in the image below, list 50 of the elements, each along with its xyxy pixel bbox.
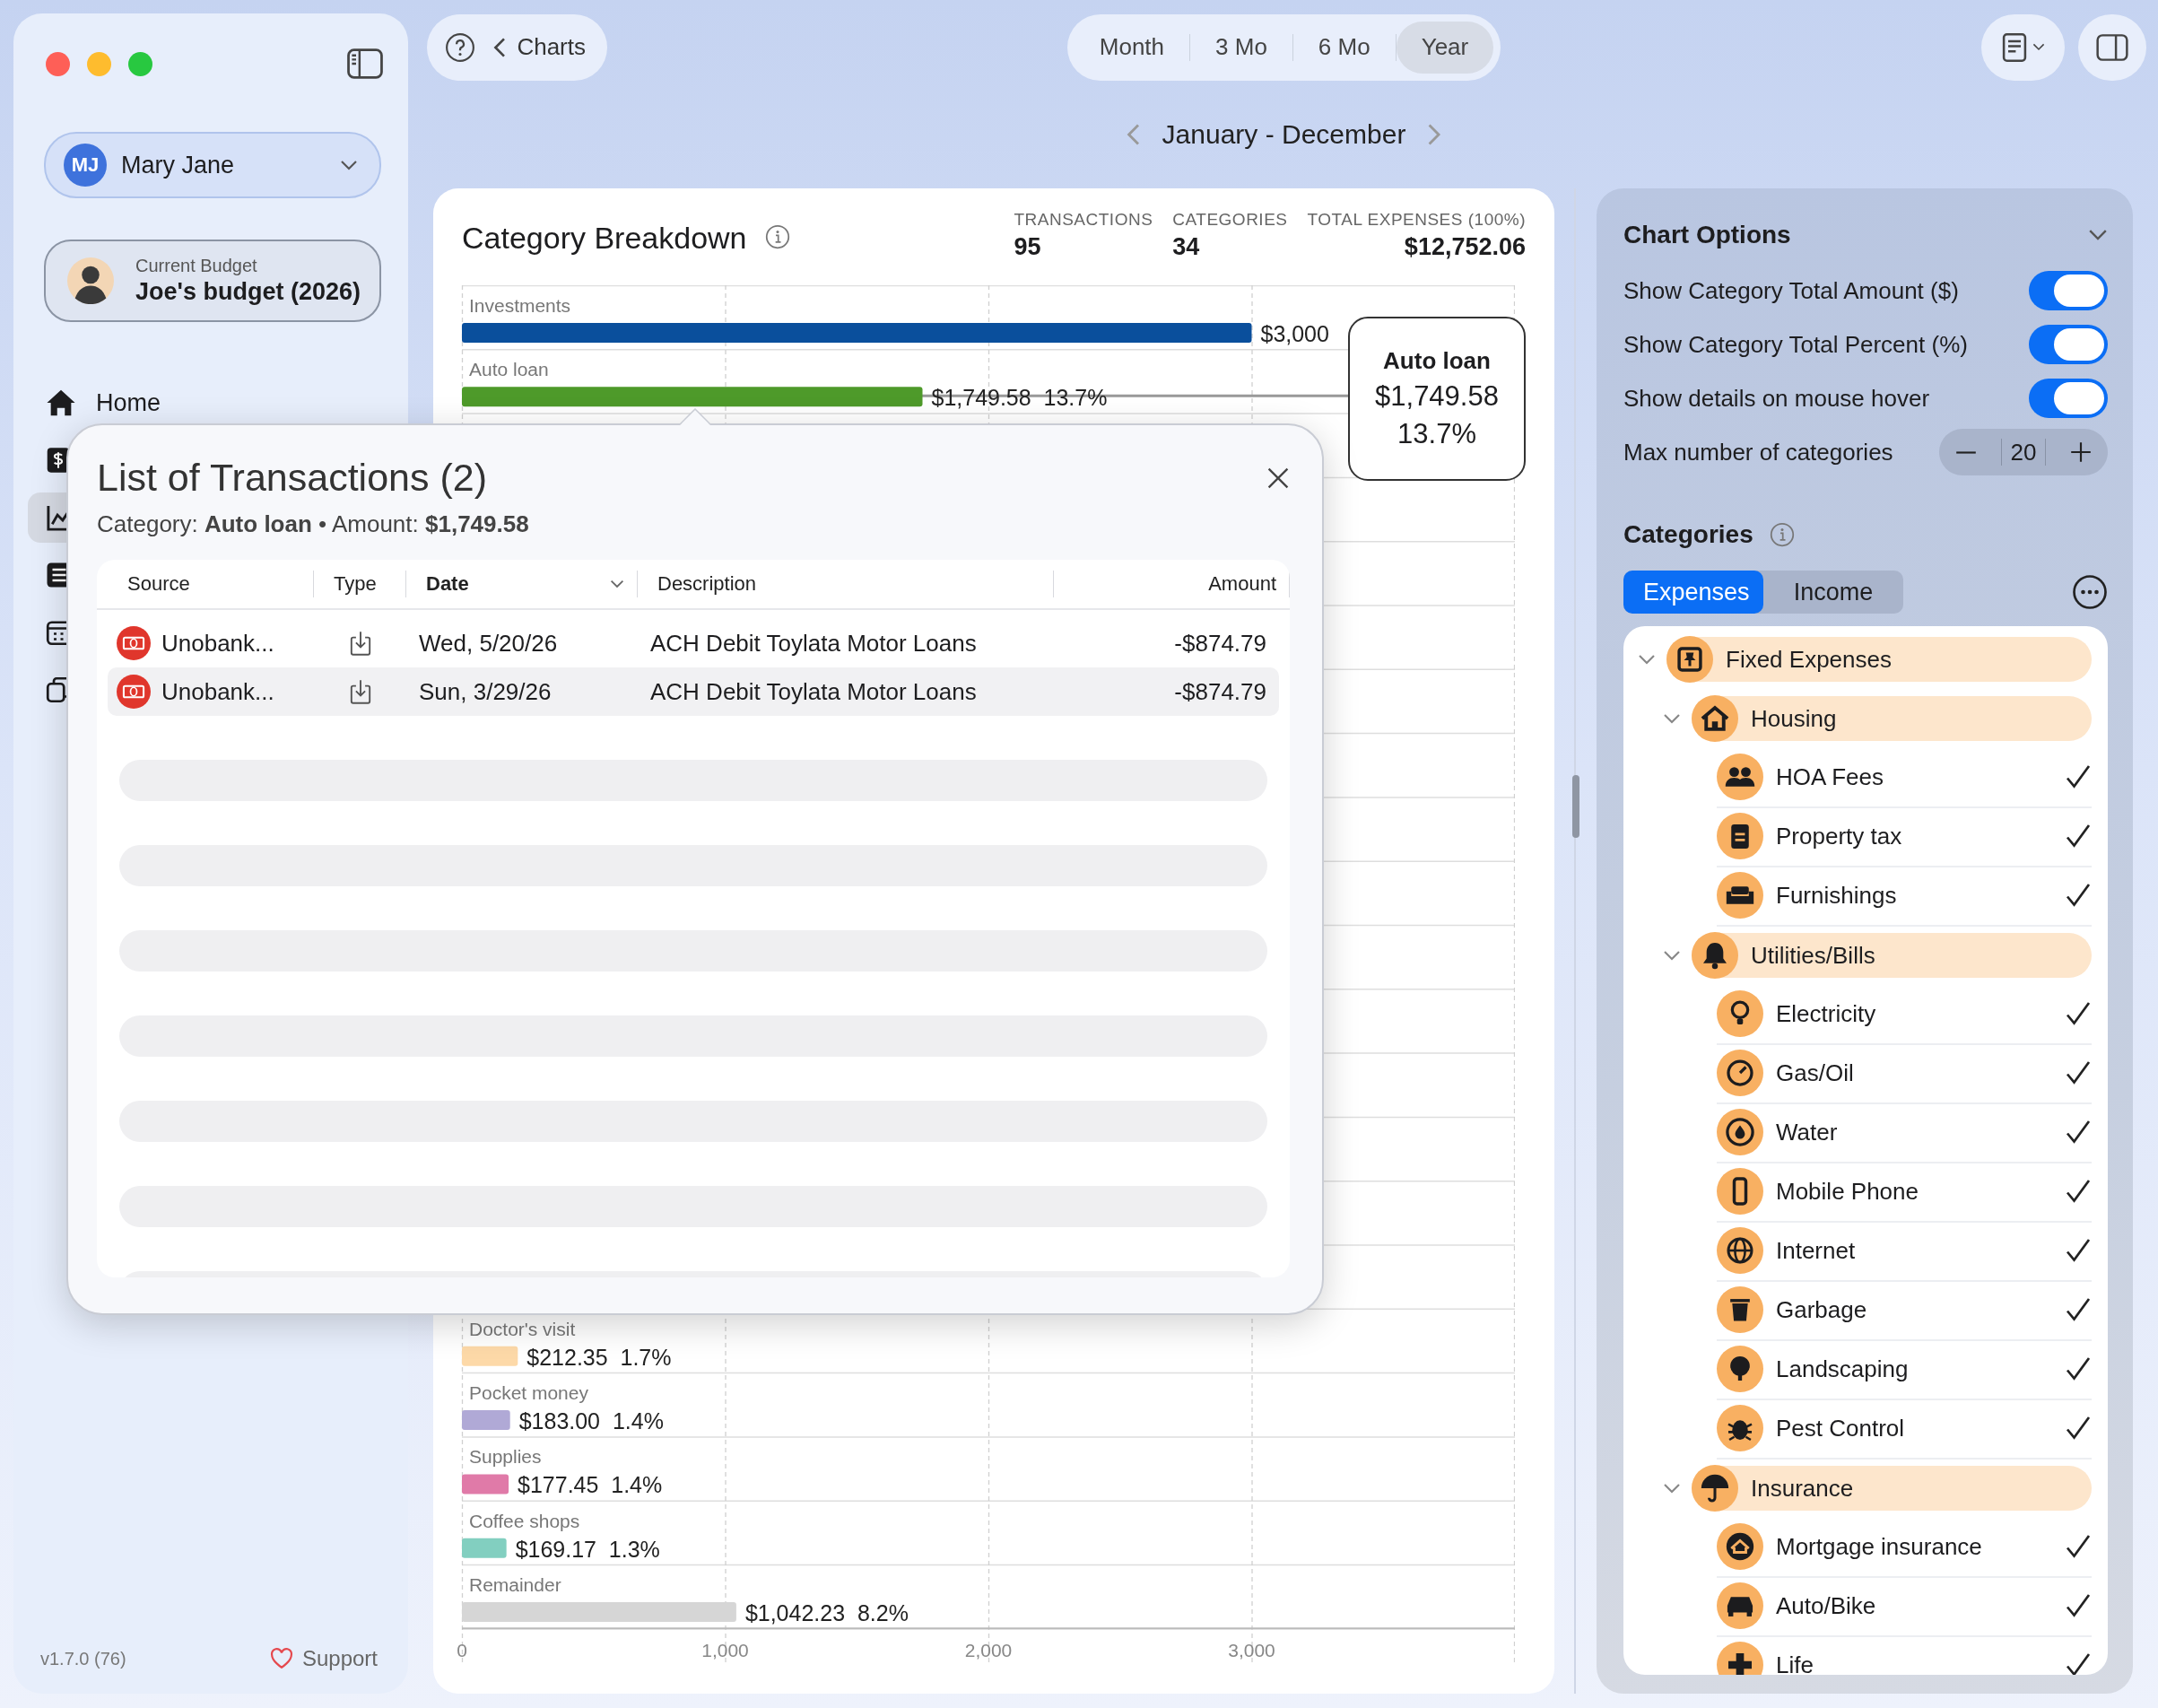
value-label: $183.00 1.4% <box>518 1408 664 1434</box>
tooltip-title: Auto loan <box>1383 347 1491 375</box>
table-cell: Unobank... <box>161 677 274 706</box>
value-label: $212.35 1.7% <box>526 1344 672 1370</box>
budget-name: Joe's budget (2026) <box>135 278 361 306</box>
value-label: $1,042.23 8.2% <box>744 1600 909 1625</box>
category-label: Investments <box>469 295 571 316</box>
category-label: Pocket money <box>469 1382 588 1404</box>
table-cell-text: Sun, 3/29/26 <box>418 677 553 706</box>
stat-value: 34 <box>1172 233 1201 261</box>
stat-label: TOTAL EXPENSES (100%) <box>1307 210 1526 230</box>
category-label: Doctor's visit <box>469 1318 576 1339</box>
stat-value: 95 <box>1014 233 1042 261</box>
stat-label: CATEGORIES <box>1172 210 1288 230</box>
table-cell-text: ACH Debit Toylata Motor Loans <box>649 629 978 658</box>
card-title: Category Breakdown <box>462 221 747 256</box>
tooltip-percent: 13.7% <box>1397 418 1476 450</box>
value-label: $3,000 <box>1260 321 1329 346</box>
budget-caption: Current Budget <box>135 256 258 276</box>
value-label: $169.17 1.3% <box>515 1536 660 1562</box>
table-cell-text: ACH Debit Toylata Motor Loans <box>649 677 978 706</box>
category-label: Coffee shops <box>469 1510 580 1531</box>
avatar: MJ <box>64 144 107 187</box>
table-cell-text: -$874.79 <box>1173 677 1267 706</box>
popover-subtitle: Category: Auto loan • Amount: $1,749.58 <box>97 510 530 538</box>
stat-value: $12,752.06 <box>1404 233 1526 261</box>
stat-label: TRANSACTIONS <box>1014 210 1153 230</box>
section-title: Categories <box>1623 520 1753 549</box>
value-label: $1,749.58 13.7% <box>931 385 1108 411</box>
tooltip-amount: $1,749.58 <box>1375 380 1499 413</box>
category-label: Supplies <box>469 1446 542 1468</box>
value-label: $177.45 1.4% <box>518 1472 663 1498</box>
date-range: January - December <box>1162 119 1406 150</box>
axis-tick-label: 1,000 <box>701 1640 749 1661</box>
option-label: Show Category Total Amount ($) <box>1623 276 1959 305</box>
section-title: Chart Options <box>1623 221 1791 249</box>
category-label: Auto loan <box>469 359 549 380</box>
table-cell: Unobank... <box>161 629 274 658</box>
category-label: Remainder <box>469 1574 561 1595</box>
option-label: Max number of categories <box>1623 438 1893 466</box>
account-name: Mary Jane <box>121 151 236 179</box>
table-cell-text: Wed, 5/20/26 <box>418 629 559 658</box>
axis-tick-label: 3,000 <box>1228 1640 1275 1661</box>
option-label: Show Category Total Percent (%) <box>1623 330 1968 359</box>
option-label: Show details on mouse hover <box>1623 384 1930 413</box>
popover-title: List of Transactions (2) <box>97 456 487 500</box>
axis-tick-label: 2,000 <box>964 1640 1013 1661</box>
axis-tick-label: 0 <box>457 1640 467 1661</box>
table-cell-text: -$874.79 <box>1173 629 1267 658</box>
version-label: v1.7.0 (76) <box>40 1648 126 1669</box>
